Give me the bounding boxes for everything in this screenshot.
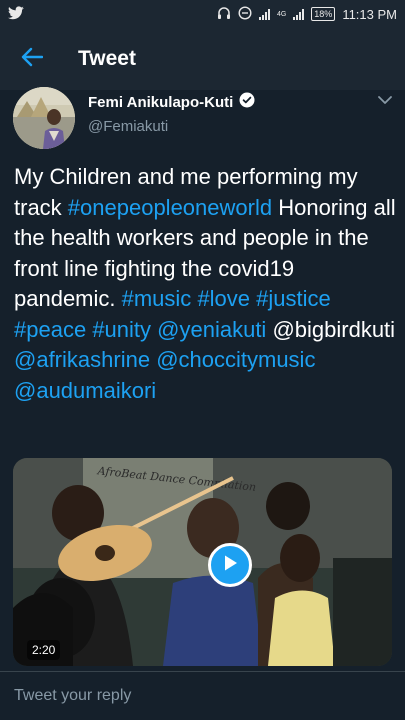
app-header: Tweet bbox=[0, 28, 405, 90]
verified-badge-icon bbox=[239, 92, 255, 112]
play-button[interactable] bbox=[208, 543, 252, 587]
tweet-menu-button[interactable] bbox=[377, 93, 393, 105]
tweet-link[interactable]: @yeniakuti bbox=[157, 317, 266, 342]
tweet-text: My Children and me performing my track #… bbox=[14, 162, 399, 406]
tweet-link[interactable]: @afrikashrine bbox=[14, 347, 150, 372]
tweet-link[interactable]: #music bbox=[122, 286, 192, 311]
video-thumbnail: AfroBeat Dance Compilation bbox=[13, 458, 392, 666]
signal-icon bbox=[258, 8, 270, 20]
headset-icon bbox=[217, 6, 231, 23]
arrow-left-icon bbox=[21, 47, 44, 72]
tweet-link[interactable]: @choccitymusic bbox=[156, 347, 315, 372]
tweet-link[interactable]: #onepeopleoneworld bbox=[68, 195, 272, 220]
do-not-disturb-icon bbox=[238, 5, 252, 23]
tweet-link[interactable]: #justice bbox=[256, 286, 331, 311]
video-duration-badge: 2:20 bbox=[27, 640, 61, 660]
author-handle[interactable]: @Femiakuti bbox=[88, 118, 168, 135]
back-button[interactable] bbox=[0, 28, 64, 90]
status-time: 11:13 PM bbox=[342, 6, 397, 22]
tweet-text-segment: @bigbirdkuti bbox=[266, 316, 396, 342]
avatar[interactable] bbox=[13, 87, 75, 149]
battery-level: 18% bbox=[314, 9, 333, 19]
author-name[interactable]: Femi Anikulapo-Kuti bbox=[88, 92, 255, 112]
author-name-text: Femi Anikulapo-Kuti bbox=[88, 93, 234, 111]
tweet-link[interactable]: #peace bbox=[14, 317, 86, 342]
signal-icon bbox=[293, 8, 305, 20]
page-title: Tweet bbox=[78, 47, 136, 70]
play-icon bbox=[222, 554, 238, 577]
reply-input[interactable] bbox=[14, 687, 374, 705]
tweet-link[interactable]: #unity bbox=[92, 317, 151, 342]
video-player[interactable]: AfroBeat Dance Compilation bbox=[13, 458, 392, 666]
status-bar: 4G 18% 11:13 PM bbox=[0, 0, 405, 28]
chevron-down-icon bbox=[377, 93, 393, 110]
tweet-link[interactable]: #love bbox=[197, 286, 250, 311]
battery-icon: 18% bbox=[311, 7, 336, 21]
tweet-link[interactable]: @audumaikori bbox=[14, 378, 156, 403]
twitter-bird-icon bbox=[8, 5, 24, 23]
reply-bar bbox=[0, 671, 405, 720]
network-type-label: 4G bbox=[276, 10, 287, 18]
